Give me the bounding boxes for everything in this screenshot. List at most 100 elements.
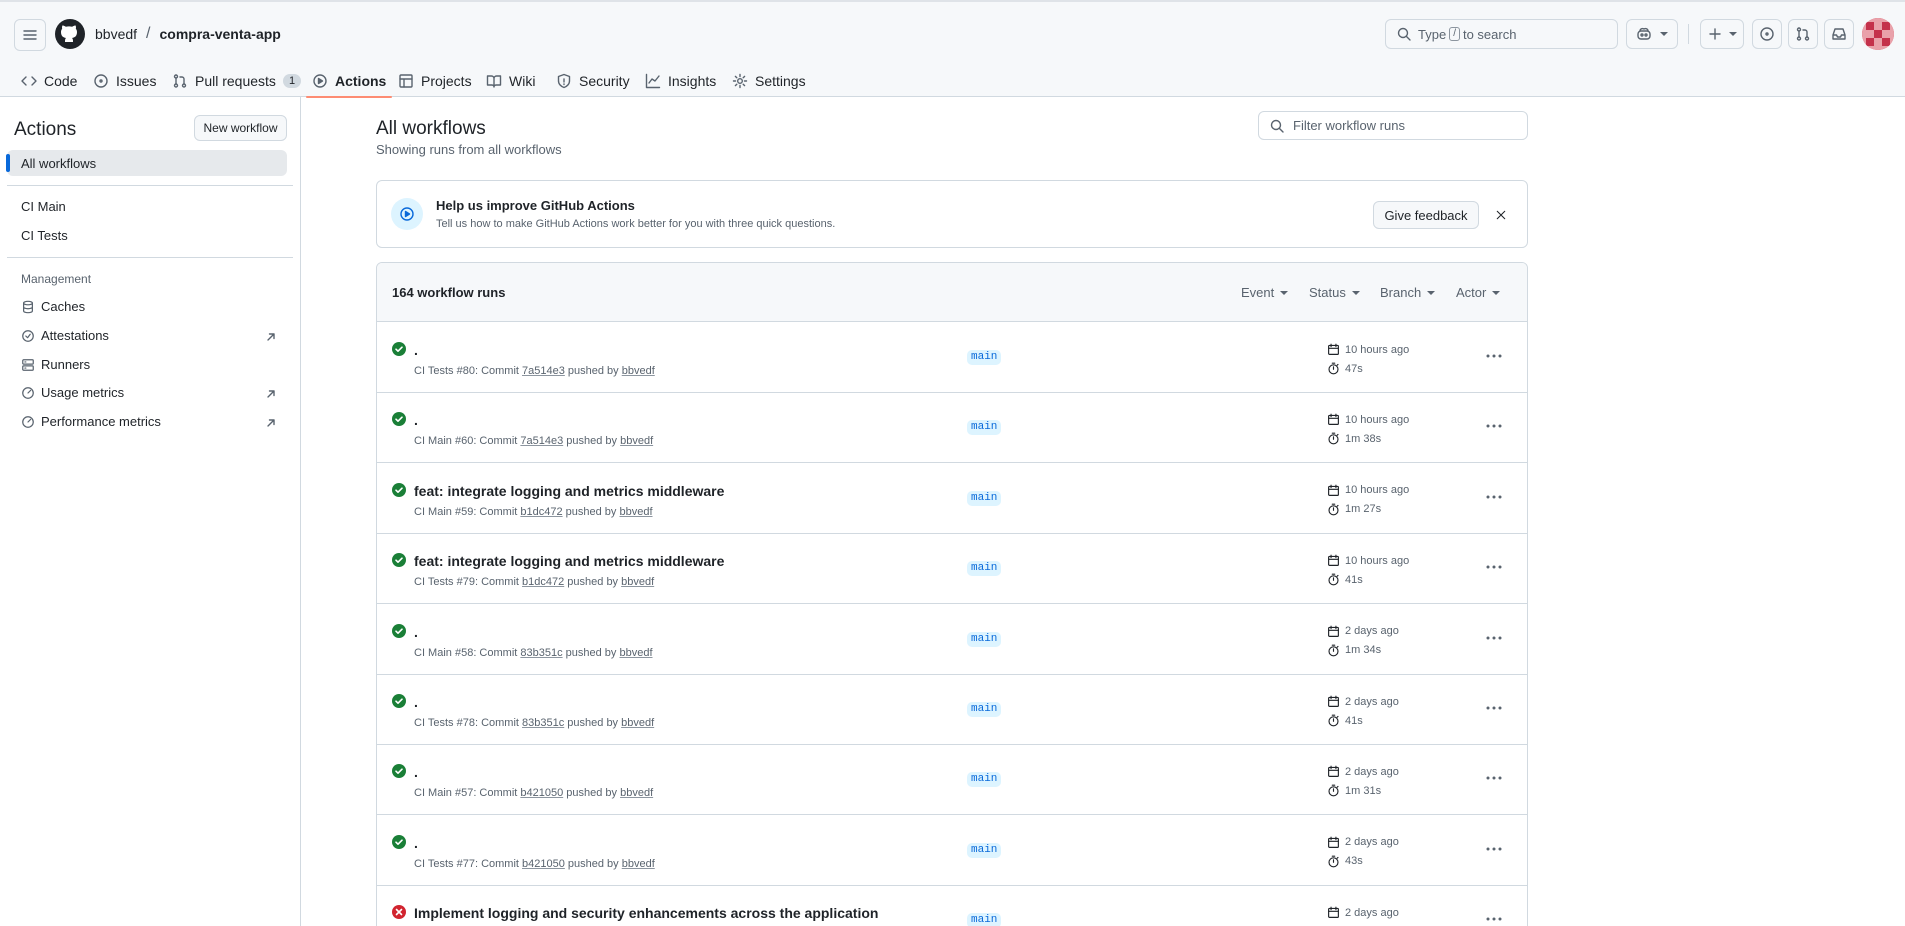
commit-link[interactable]: 7a514e3 <box>522 365 565 377</box>
tab-label: Projects <box>421 72 472 89</box>
commit-link[interactable]: b1dc472 <box>520 506 562 518</box>
tab-security[interactable]: Security <box>556 64 630 97</box>
run-title-link[interactable]: . <box>414 764 418 780</box>
actor-link[interactable]: bbvedf <box>621 576 654 588</box>
tab-actions[interactable]: Actions <box>305 64 393 98</box>
github-logo-icon[interactable] <box>54 18 86 50</box>
tab-wiki[interactable]: Wiki <box>486 64 535 97</box>
run-actions-menu-button[interactable] <box>1483 629 1505 647</box>
filter-placeholder: Filter workflow runs <box>1293 118 1405 133</box>
kebab-horizontal-icon <box>1486 776 1502 780</box>
workflow-run-row[interactable]: . CI Tests #80: Commit 7a514e3 pushed by … <box>377 323 1527 393</box>
play-icon <box>313 73 327 88</box>
run-title-link[interactable]: . <box>414 835 418 851</box>
run-actions-menu-button[interactable] <box>1483 840 1505 858</box>
workflow-run-row[interactable]: . CI Tests #78: Commit 83b351c pushed by … <box>377 675 1527 745</box>
dismiss-banner-button[interactable] <box>1491 205 1511 225</box>
branch-badge[interactable]: main <box>967 561 1002 577</box>
tab-issues[interactable]: Issues <box>93 64 156 97</box>
run-actions-menu-button[interactable] <box>1483 558 1505 576</box>
tab-projects[interactable]: Projects <box>398 64 472 97</box>
repo-navigation: Code Issues Pull requests 1 Actions Proj… <box>0 64 1905 98</box>
branch-badge[interactable]: main <box>967 702 1002 717</box>
workflow-run-row[interactable]: feat: integrate logging and metrics midd… <box>377 464 1527 534</box>
sidebar-item-attestations[interactable]: Attestations <box>21 328 109 343</box>
run-title-link[interactable]: . <box>414 694 418 710</box>
run-title-link[interactable]: Implement logging and security enhanceme… <box>414 905 878 921</box>
sidebar-item-ci-main[interactable]: CI Main <box>21 199 66 214</box>
run-actions-menu-button[interactable] <box>1483 699 1505 717</box>
tab-code[interactable]: Code <box>21 64 77 97</box>
workflow-run-row[interactable]: Implement logging and security enhanceme… <box>377 886 1527 926</box>
branch-badge[interactable]: main <box>967 842 1002 858</box>
workflow-run-row[interactable]: . CI Main #60: Commit 7a514e3 pushed by b… <box>377 393 1527 464</box>
actor-link[interactable]: bbvedf <box>621 717 654 729</box>
branch-badge[interactable]: main <box>967 490 1002 506</box>
sidebar-item-label: Performance metrics <box>41 414 161 429</box>
tab-label: Issues <box>116 72 157 89</box>
workflow-run-row[interactable]: . CI Main #57: Commit b421050 pushed by b… <box>377 745 1527 816</box>
actor-link[interactable]: bbvedf <box>619 647 652 659</box>
actor-filter-dropdown[interactable]: Actor <box>1456 285 1501 300</box>
issues-button[interactable] <box>1752 19 1782 49</box>
workflow-run-row[interactable]: . CI Main #58: Commit 83b351c pushed by b… <box>377 605 1527 675</box>
commit-link[interactable]: 83b351c <box>520 647 562 659</box>
status-filter-dropdown[interactable]: Status <box>1309 285 1360 300</box>
workflow-run-row[interactable]: feat: integrate logging and metrics midd… <box>377 534 1527 605</box>
tab-pull-requests[interactable]: Pull requests 1 <box>172 64 302 97</box>
repo-name-link[interactable]: compra-venta-app <box>160 26 281 42</box>
run-title-link[interactable]: . <box>414 412 418 428</box>
commit-link[interactable]: b1dc472 <box>522 576 564 588</box>
sidebar-item-usage-metrics[interactable]: Usage metrics <box>21 385 124 400</box>
pull-requests-button[interactable] <box>1788 19 1818 49</box>
commit-link[interactable]: b421050 <box>522 858 565 870</box>
branch-badge[interactable]: main <box>967 631 1002 647</box>
copilot-button[interactable] <box>1626 19 1678 49</box>
global-search-input[interactable]: Type / to search <box>1385 19 1618 49</box>
filter-workflow-runs-input[interactable]: Filter workflow runs <box>1258 111 1528 140</box>
give-feedback-button[interactable]: Give feedback <box>1373 201 1479 229</box>
branch-badge[interactable]: main <box>967 350 1002 365</box>
book-icon <box>486 74 502 88</box>
repo-owner-link[interactable]: bbvedf <box>95 26 137 42</box>
tab-settings[interactable]: Settings <box>732 64 806 97</box>
actor-link[interactable]: bbvedf <box>620 787 653 799</box>
commit-link[interactable]: 83b351c <box>522 717 564 729</box>
commit-link[interactable]: 7a514e3 <box>520 435 563 447</box>
run-actions-menu-button[interactable] <box>1483 910 1505 926</box>
sidebar-item-performance-metrics[interactable]: Performance metrics <box>21 414 161 429</box>
sidebar-item-caches[interactable]: Caches <box>21 299 85 314</box>
sidebar-item-ci-tests[interactable]: CI Tests <box>21 228 68 243</box>
sidebar-item-all-workflows[interactable]: All workflows <box>6 150 287 176</box>
inbox-button[interactable] <box>1824 19 1854 49</box>
actor-link[interactable]: bbvedf <box>619 506 652 518</box>
issue-icon <box>94 73 108 88</box>
sidebar-item-runners[interactable]: Runners <box>21 357 90 372</box>
tab-insights[interactable]: Insights <box>645 64 716 97</box>
actor-link[interactable]: bbvedf <box>620 435 653 447</box>
run-actions-menu-button[interactable] <box>1483 347 1505 365</box>
branch-badge[interactable]: main <box>967 772 1002 788</box>
branch-badge[interactable]: main <box>967 913 1002 926</box>
filter-label: Status <box>1309 285 1346 300</box>
create-new-button[interactable] <box>1700 19 1744 49</box>
branch-filter-dropdown[interactable]: Branch <box>1380 285 1436 300</box>
workflow-run-row[interactable]: . CI Tests #77: Commit b421050 pushed by … <box>377 816 1527 886</box>
run-title-link[interactable]: . <box>414 342 418 358</box>
branch-badge[interactable]: main <box>967 420 1002 436</box>
new-workflow-button[interactable]: New workflow <box>194 115 287 141</box>
run-title-link[interactable]: feat: integrate logging and metrics midd… <box>414 483 724 499</box>
inbox-icon <box>1832 28 1846 40</box>
commit-link[interactable]: b421050 <box>520 787 563 799</box>
actor-link[interactable]: bbvedf <box>622 365 655 377</box>
run-actions-menu-button[interactable] <box>1483 488 1505 506</box>
actor-link[interactable]: bbvedf <box>622 858 655 870</box>
event-filter-dropdown[interactable]: Event <box>1241 285 1289 300</box>
run-actions-menu-button[interactable] <box>1483 769 1505 787</box>
menu-button[interactable] <box>14 19 46 51</box>
avatar[interactable] <box>1862 18 1894 50</box>
calendar-icon <box>1328 414 1339 426</box>
run-actions-menu-button[interactable] <box>1483 417 1505 435</box>
run-title-link[interactable]: feat: integrate logging and metrics midd… <box>414 553 724 569</box>
run-title-link[interactable]: . <box>414 624 418 640</box>
